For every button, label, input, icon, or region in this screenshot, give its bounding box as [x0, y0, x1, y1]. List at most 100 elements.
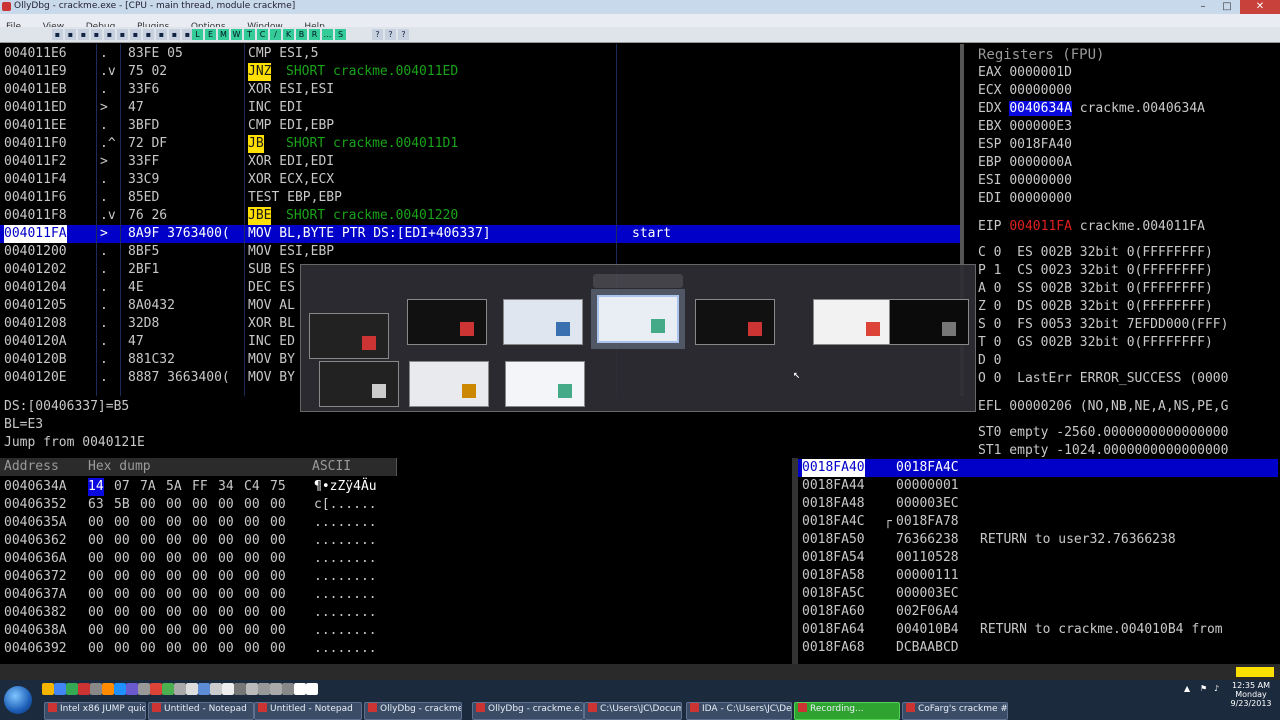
dump-row[interactable]: 00406362 00 00 00 00 00 00 00 00........ [0, 532, 790, 550]
stack-row[interactable]: 0018FA40 0018FA4C [798, 459, 1278, 477]
view-0-button[interactable]: L [192, 29, 203, 40]
view-2-button[interactable]: M [218, 29, 229, 40]
memory-dump-pane[interactable]: Address Hex dump ASCII 0040634A 14 07 7A 5A FF 34… [0, 458, 792, 664]
disasm-row[interactable]: 004011FA >8A9F 3763400(MOV BL,BYTE PTR DS… [0, 225, 960, 243]
disasm-row[interactable]: 004011F0 .^ 72 DF JB SHORT crackme.004011D1 [0, 135, 960, 153]
quick-launch-icon[interactable] [282, 683, 294, 695]
settings-icon[interactable]: ? [385, 29, 396, 40]
window-thumbnail[interactable] [319, 361, 399, 407]
register-value[interactable]: 0000000A [1009, 155, 1072, 170]
quick-launch-icon[interactable] [294, 683, 306, 695]
window-thumbnail[interactable] [889, 299, 969, 345]
taskbar-button[interactable]: CoFarg's crackme #2 [902, 702, 1008, 720]
step-into-icon[interactable]: ▪ [117, 29, 128, 40]
window-thumbnail[interactable] [505, 361, 585, 407]
minimize-button[interactable]: – [1192, 0, 1214, 14]
open-icon[interactable]: ▪ [52, 29, 63, 40]
stack-row[interactable]: 0018FA68 DCBAABCD [798, 639, 1278, 657]
taskbar-button[interactable]: Intel x86 JUMP quick ... [44, 702, 146, 720]
close-button[interactable]: ✕ [1240, 0, 1280, 14]
options-icon[interactable]: ? [398, 29, 409, 40]
quick-launch-icon[interactable] [102, 683, 114, 695]
stack-pane[interactable]: 0018FA40 0018FA4C 0018FA44 00000001 0018FA48… [798, 458, 1280, 664]
quick-launch-icon[interactable] [270, 683, 282, 695]
quick-launch-icon[interactable] [246, 683, 258, 695]
maximize-button[interactable]: □ [1216, 0, 1238, 14]
register-value[interactable]: 00000000 [1009, 83, 1072, 98]
disasm-row[interactable]: 004011F6. 85ED TEST EBP,EBP [0, 189, 960, 207]
flag-row[interactable]: T 0 GS 002B 32bit 0(FFFFFFFF) [978, 334, 1213, 352]
register-row[interactable]: EBX 000000E3 [978, 118, 1072, 136]
disasm-row[interactable]: 004011EB. 33F6 XOR ESI,ESI [0, 81, 960, 99]
quick-launch-icon[interactable] [150, 683, 162, 695]
flag-row[interactable]: D 0 [978, 352, 1001, 370]
dump-header-address[interactable]: Address [0, 458, 87, 476]
stack-row[interactable]: 0018FA64 004010B4 RETURN to crackme.004010… [798, 621, 1278, 639]
volume-icon[interactable]: ♪ [1214, 684, 1219, 693]
close-icon[interactable]: ▪ [78, 29, 89, 40]
dump-row[interactable]: 0040637A 00 00 00 00 00 00 00 00........ [0, 586, 790, 604]
execute-till-return-icon[interactable]: ▪ [169, 29, 180, 40]
register-row[interactable]: ESI 00000000 [978, 172, 1072, 190]
fpu-register-row[interactable]: ST1 empty -1024.0000000000000000 [978, 442, 1228, 458]
stack-row[interactable]: 0018FA4C 0018FA78 ┌ [798, 513, 1278, 531]
quick-launch-icon[interactable] [42, 683, 54, 695]
disasm-row[interactable]: 004011E6. 83FE 05 CMP ESI,5 [0, 45, 960, 63]
quick-launch-icon[interactable] [90, 683, 102, 695]
view-5-button[interactable]: C [257, 29, 268, 40]
quick-launch-icon[interactable] [186, 683, 198, 695]
flag-row[interactable]: P 1 CS 0023 32bit 0(FFFFFFFF) [978, 262, 1213, 280]
dump-header-ascii[interactable]: ASCII [308, 458, 397, 476]
register-value[interactable]: 004011FA [1009, 219, 1072, 234]
disasm-row[interactable]: 004011F4. 33C9 XOR ECX,ECX [0, 171, 960, 189]
taskbar-button[interactable]: Untitled - Notepad [148, 702, 254, 720]
disasm-row[interactable]: 004011F2 >33FF XOR EDI,EDI [0, 153, 960, 171]
pause-icon[interactable]: ▪ [104, 29, 115, 40]
quick-launch-icon[interactable] [78, 683, 90, 695]
show-hidden-icons-icon[interactable]: ▲ [1184, 684, 1190, 693]
disasm-row[interactable]: 004011E9 .v 75 02 JNZ SHORT crackme.004011ED [0, 63, 960, 81]
register-row[interactable]: ECX 00000000 [978, 82, 1072, 100]
quick-launch-icon[interactable] [138, 683, 150, 695]
register-value[interactable]: 00000000 [1009, 191, 1072, 206]
trace-over-icon[interactable]: ▪ [156, 29, 167, 40]
dump-row[interactable]: 00406372 00 00 00 00 00 00 00 00........ [0, 568, 790, 586]
stack-row[interactable]: 0018FA44 00000001 [798, 477, 1278, 495]
quick-launch-icon[interactable] [234, 683, 246, 695]
dump-row[interactable]: 0040636A 00 00 00 00 00 00 00 00........ [0, 550, 790, 568]
register-row[interactable]: EAX 0000001D [978, 64, 1072, 82]
quick-launch-icon[interactable] [54, 683, 66, 695]
register-value[interactable]: 0000001D [1009, 65, 1072, 80]
flag-icon[interactable]: ⚑ [1200, 684, 1207, 693]
quick-launch-icon[interactable] [162, 683, 174, 695]
register-value[interactable]: 0040634A [1009, 101, 1072, 116]
dump-header-hex-dump[interactable]: Hex dump [84, 458, 311, 476]
disasm-row[interactable]: 004011EE. 3BFD CMP EDI,EBP [0, 117, 960, 135]
flag-row[interactable]: S 0 FS 0053 32bit 7EFDD000(FFF) [978, 316, 1228, 334]
trace-into-icon[interactable]: ▪ [143, 29, 154, 40]
stack-row[interactable]: 0018FA54 00110528 [798, 549, 1278, 567]
dump-row[interactable]: 0040638A 00 00 00 00 00 00 00 00........ [0, 622, 790, 640]
quick-launch-icon[interactable] [174, 683, 186, 695]
taskbar-button[interactable]: IDA - C:\Users\JC\De... [686, 702, 792, 720]
register-row[interactable]: EBP 0000000A [978, 154, 1072, 172]
view-9-button[interactable]: R [309, 29, 320, 40]
register-row[interactable]: ESP 0018FA40 [978, 136, 1072, 154]
register-value[interactable]: 00000000 [1009, 173, 1072, 188]
disasm-row[interactable]: 004011ED >47 INC EDI [0, 99, 960, 117]
window-thumbnail[interactable] [597, 295, 679, 343]
quick-launch-icon[interactable] [114, 683, 126, 695]
flag-row[interactable]: A 0 SS 002B 32bit 0(FFFFFFFF) [978, 280, 1213, 298]
registers-pane[interactable]: Registers (FPU) EAX 0000001D ECX 00000000 E… [974, 44, 1280, 458]
register-value[interactable]: 000000E3 [1009, 119, 1072, 134]
window-thumbnail[interactable] [813, 299, 893, 345]
view-7-button[interactable]: K [283, 29, 294, 40]
view-1-button[interactable]: E [205, 29, 216, 40]
dump-row[interactable]: 00406352 63 5B 00 00 00 00 00 00 c[...... [0, 496, 790, 514]
view-3-button[interactable]: W [231, 29, 242, 40]
view-6-button[interactable]: / [270, 29, 281, 40]
view-8-button[interactable]: B [296, 29, 307, 40]
stack-row[interactable]: 0018FA50 76366238 RETURN to user32.7636623… [798, 531, 1278, 549]
efl-row[interactable]: EFL 00000206 (NO,NB,NE,A,NS,PE,G [978, 398, 1228, 416]
dump-row[interactable]: 00406382 00 00 00 00 00 00 00 00........ [0, 604, 790, 622]
